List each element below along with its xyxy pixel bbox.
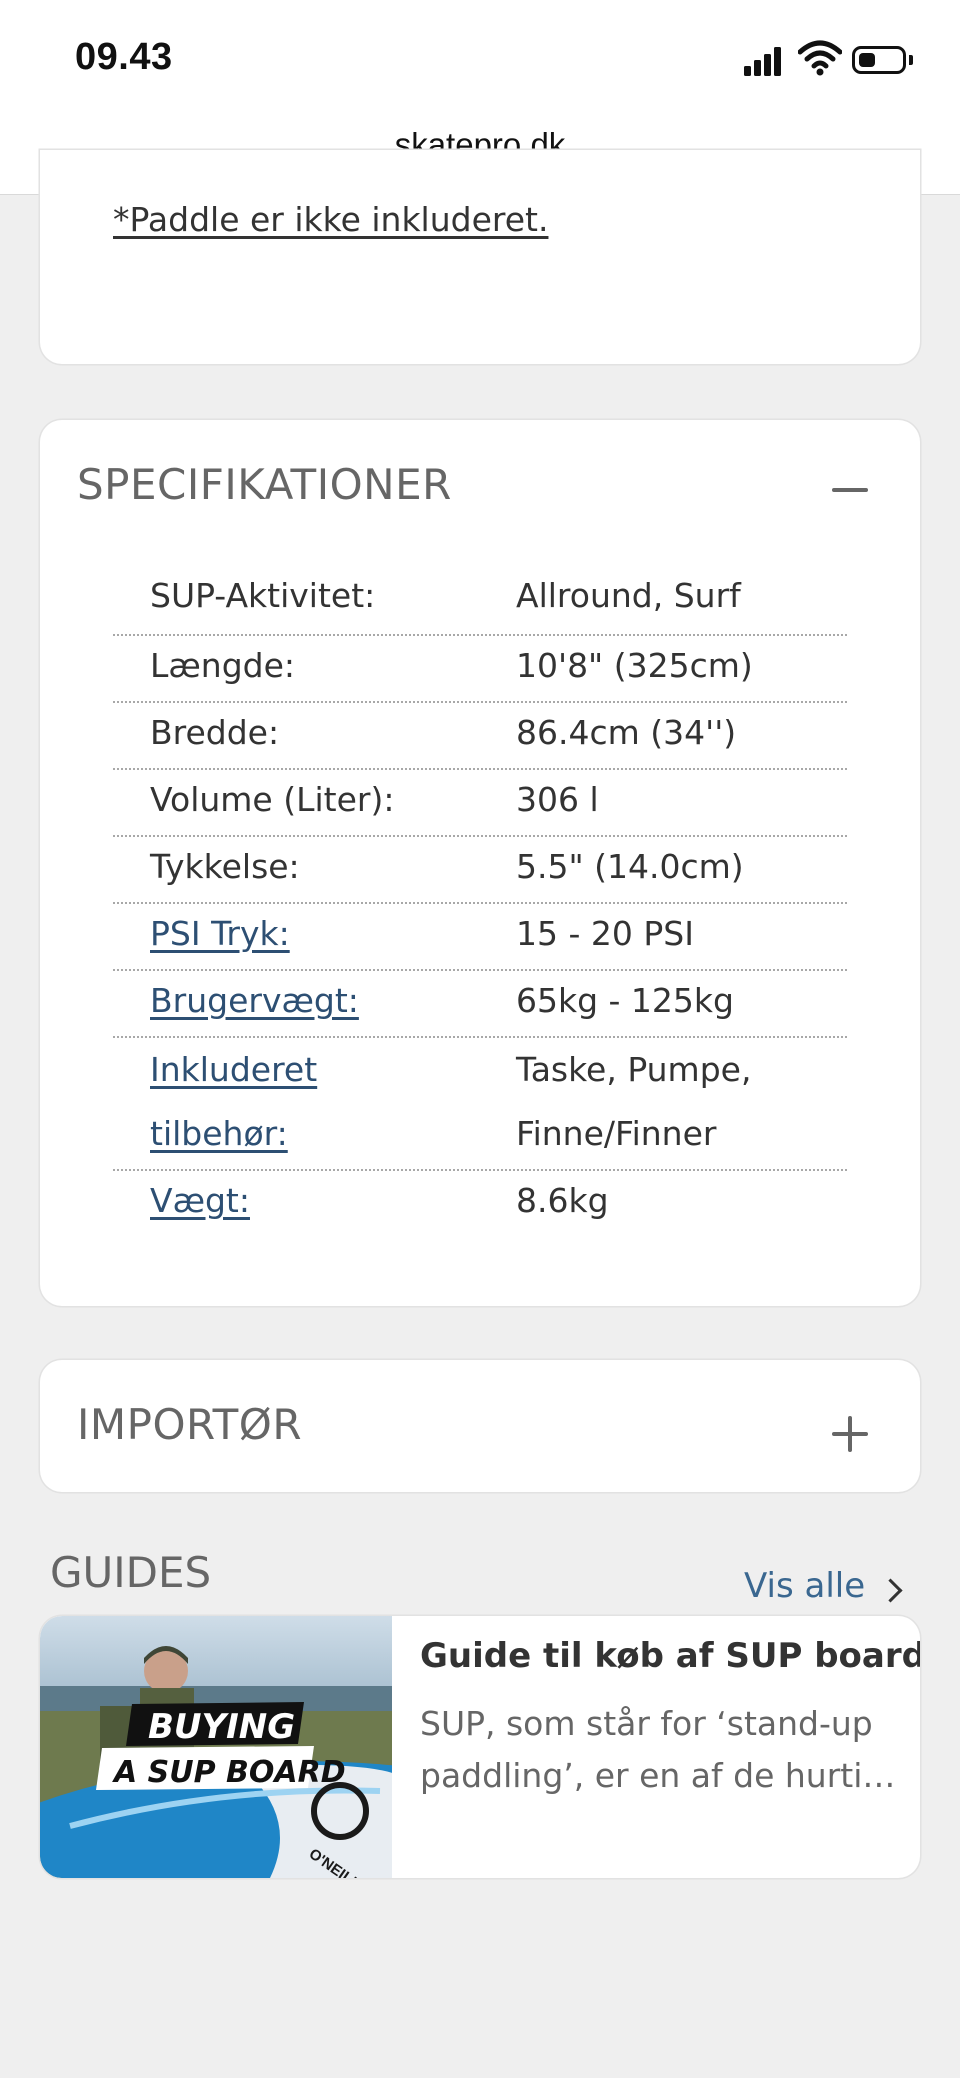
wifi-icon — [798, 40, 842, 76]
spec-row: SUP-Aktivitet: Allround, Surf — [113, 568, 847, 636]
spec-row: Inkluderet tilbehør: Taske, Pumpe, Finne… — [113, 1038, 847, 1171]
spec-value-line: Finne/Finner — [516, 1114, 717, 1153]
specifications-card: SPECIFIKATIONER SUP-Aktivitet: Allround,… — [40, 420, 920, 1306]
paddle-note: *Paddle er ikke inkluderet. — [113, 200, 549, 239]
thumbnail-caption-line2: A SUP BOARD — [112, 1755, 346, 1790]
spec-value: Taske, Pumpe, Finne/Finner — [516, 1038, 751, 1166]
description-card: *Paddle er ikke inkluderet. — [40, 150, 920, 364]
guides-title: GUIDES — [50, 1548, 212, 1597]
psi-info-link[interactable]: PSI Tryk: — [150, 914, 290, 953]
battery-icon — [852, 46, 906, 74]
guide-excerpt-line: SUP, som står for ‘stand-up — [420, 1704, 873, 1743]
thumbnail-caption-line1: BUYING — [148, 1707, 295, 1747]
spec-label-line: Inkluderet — [150, 1050, 318, 1089]
spec-label: SUP-Aktivitet: — [150, 576, 376, 615]
importer-title: IMPORTØR — [77, 1400, 303, 1449]
status-bar: 09.43 — [0, 0, 960, 120]
spec-label: Bredde: — [150, 713, 280, 752]
spec-table: SUP-Aktivitet: Allround, Surf Længde: 10… — [113, 568, 847, 1237]
user-weight-info-link[interactable]: Brugervægt: — [150, 981, 359, 1020]
cellular-signal-icon — [744, 46, 784, 76]
spec-row: Længde: 10'8" (325cm) — [113, 636, 847, 703]
chevron-right-icon[interactable] — [878, 1578, 903, 1603]
spec-row: Vægt: 8.6kg — [113, 1171, 847, 1237]
see-all-link[interactable]: Vis alle — [744, 1566, 865, 1606]
spec-label: Længde: — [150, 646, 296, 685]
spec-value: 8.6kg — [516, 1181, 609, 1220]
guide-excerpt-line: paddling’, er en af de hurtigst voksende — [420, 1756, 900, 1795]
spec-label: Volume (Liter): — [150, 780, 395, 819]
battery-nub — [909, 55, 913, 65]
spec-value: 10'8" (325cm) — [516, 646, 753, 685]
weight-info-link[interactable]: Vægt: — [150, 1181, 250, 1220]
status-time: 09.43 — [75, 36, 173, 78]
spec-value: 15 - 20 PSI — [516, 914, 694, 953]
spec-value: 86.4cm (34'') — [516, 713, 737, 752]
spec-row: Volume (Liter): 306 l — [113, 770, 847, 837]
spec-row: Bredde: 86.4cm (34'') — [113, 703, 847, 770]
guide-title[interactable]: Guide til køb af SUP board — [420, 1636, 920, 1676]
included-accessories-link[interactable]: Inkluderet tilbehør: — [150, 1038, 317, 1166]
spec-value-line: Taske, Pumpe, — [516, 1050, 752, 1089]
spec-label: Tykkelse: — [150, 847, 300, 886]
guide-thumbnail[interactable]: O'NEILL BUYING A SUP BOARD — [40, 1616, 392, 1878]
spec-label-line: tilbehør: — [150, 1114, 288, 1153]
spec-row: PSI Tryk: 15 - 20 PSI — [113, 904, 847, 971]
collapse-minus-icon[interactable] — [832, 472, 868, 508]
spec-value: 306 l — [516, 780, 599, 819]
importer-card[interactable]: IMPORTØR — [40, 1360, 920, 1492]
spec-value: Allround, Surf — [516, 576, 741, 615]
spec-value: 5.5" (14.0cm) — [516, 847, 744, 886]
guide-card[interactable]: O'NEILL BUYING A SUP BOARD Guide til køb… — [40, 1616, 920, 1878]
expand-plus-icon[interactable] — [832, 1416, 868, 1452]
spec-row: Brugervægt: 65kg - 125kg — [113, 971, 847, 1038]
guide-excerpt: SUP, som står for ‘stand-up paddling’, e… — [420, 1698, 900, 1802]
spec-row: Tykkelse: 5.5" (14.0cm) — [113, 837, 847, 904]
spec-value: 65kg - 125kg — [516, 981, 734, 1020]
specifications-title[interactable]: SPECIFIKATIONER — [77, 460, 452, 509]
